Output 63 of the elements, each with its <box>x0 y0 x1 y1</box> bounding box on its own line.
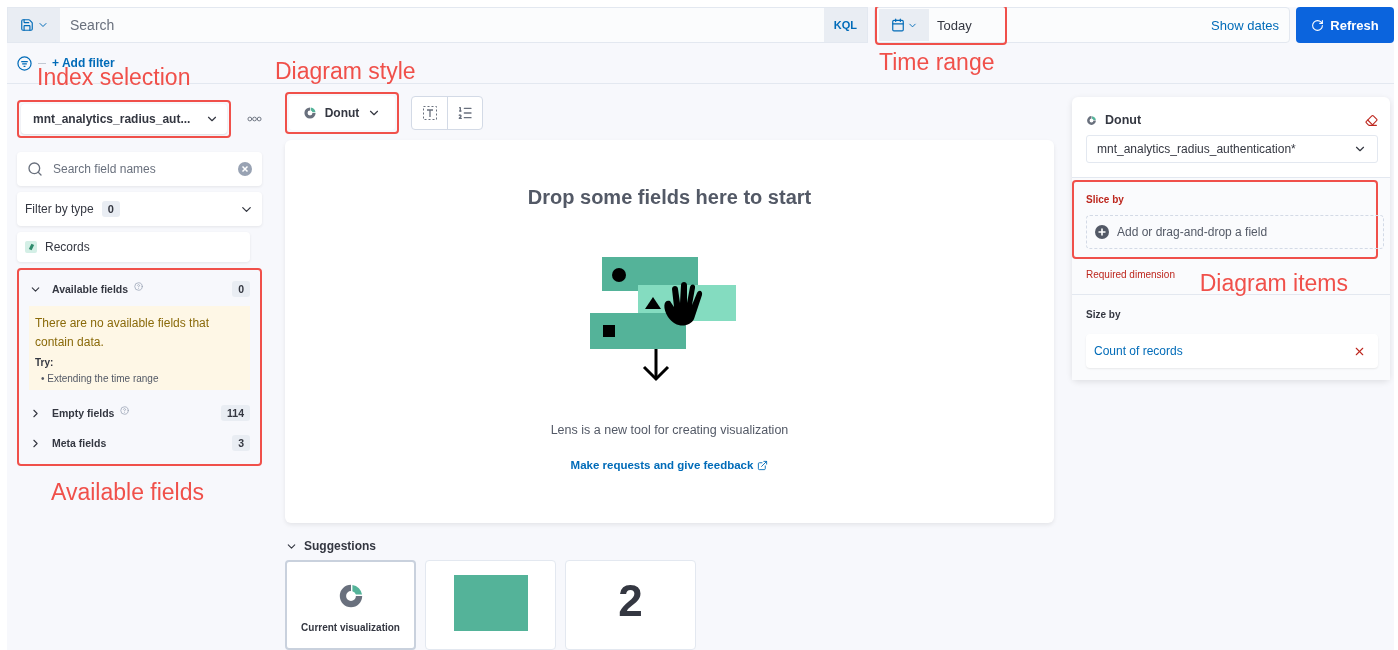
field-group-label: Empty fields <box>52 407 115 420</box>
field-group-label: Available fields <box>52 283 129 295</box>
tip-item: • Extending the time range <box>40 373 160 385</box>
index-select[interactable]: mnt_analytics_radius_authentication* <box>1086 135 1378 163</box>
feedback-link[interactable]: Make requests and give feedback <box>570 459 769 471</box>
calendar-icon <box>890 18 905 32</box>
help-icon <box>120 406 130 416</box>
external-link-icon <box>757 459 769 471</box>
chart-type-dropdown[interactable]: Donut <box>289 96 395 130</box>
annotation-label: Diagram style <box>275 60 416 83</box>
annotation-label: Available fields <box>51 481 204 505</box>
calendar-button[interactable] <box>879 9 929 41</box>
filter-by-type-dropdown[interactable]: Filter by type 0 <box>17 192 262 226</box>
suggestions-toggle[interactable]: Suggestions <box>285 536 1054 556</box>
search-input[interactable]: Search <box>60 8 824 42</box>
field-group-label: Meta fields <box>52 437 107 450</box>
plus-icon <box>1095 225 1109 239</box>
time-range-value[interactable]: Today <box>929 17 980 33</box>
donut-icon <box>302 106 317 120</box>
field-link[interactable]: Count of records <box>1094 344 1183 358</box>
text-box-icon <box>421 105 438 121</box>
workspace-description: Lens is a new tool for creating visualization <box>550 423 789 437</box>
field-count: 0 <box>232 281 250 297</box>
suggestion-label: Current visualization <box>301 622 400 633</box>
field-group-toggle[interactable]: Meta fields 3 <box>29 430 250 457</box>
dimension-label: Size by <box>1086 309 1122 320</box>
refresh-button[interactable]: Refresh <box>1296 7 1394 43</box>
callout-title: There are no available fields that contain data. <box>35 315 211 352</box>
suggestion-tile[interactable] <box>425 560 556 650</box>
suggestion-tile[interactable]: 2 <box>565 560 696 650</box>
eraser-icon[interactable] <box>1365 113 1378 127</box>
field-count: 3 <box>232 435 250 452</box>
annotation-label: Time range <box>879 51 995 74</box>
help-icon <box>134 282 144 291</box>
search-icon <box>27 161 43 177</box>
field-count: 114 <box>221 405 250 422</box>
add-field-dropzone[interactable]: Add or drag-and-drop a field <box>1086 215 1384 249</box>
save-icon <box>19 18 34 32</box>
filter-icon <box>17 55 32 71</box>
search-field[interactable]: Search KQL <box>7 7 868 43</box>
clear-icon[interactable] <box>238 162 252 176</box>
error-message: Required dimension <box>1085 269 1176 280</box>
try-label: Try: <box>35 357 55 369</box>
metric-value: 2 <box>618 579 643 623</box>
field-group-toggle[interactable]: Available fields 0 <box>29 276 250 302</box>
refresh-icon <box>1311 18 1325 32</box>
type-count: 0 <box>101 201 120 217</box>
list-icon <box>457 105 473 121</box>
records-field[interactable]: Records <box>17 232 250 262</box>
annotation-label: Diagram items <box>1199 272 1348 295</box>
field-group-toggle[interactable]: Empty fields 114 <box>29 400 250 427</box>
suggestion-tile[interactable]: Current visualization <box>285 560 416 650</box>
show-dates-link[interactable]: Show dates <box>1211 17 1279 33</box>
saved-query-button[interactable] <box>8 8 60 42</box>
more-icon[interactable] <box>247 116 262 122</box>
panel-title: Donut <box>1105 113 1142 127</box>
dimension-label: Slice by <box>1086 194 1125 205</box>
workspace-title: Drop some fields here to start <box>527 186 812 209</box>
index-selector[interactable]: mnt_analytics_radius_aut... <box>21 104 227 134</box>
records-icon <box>25 241 37 253</box>
query-language-button[interactable]: KQL <box>823 8 867 42</box>
donut-icon <box>1086 114 1097 126</box>
field-search-input[interactable]: Search field names <box>17 152 262 186</box>
